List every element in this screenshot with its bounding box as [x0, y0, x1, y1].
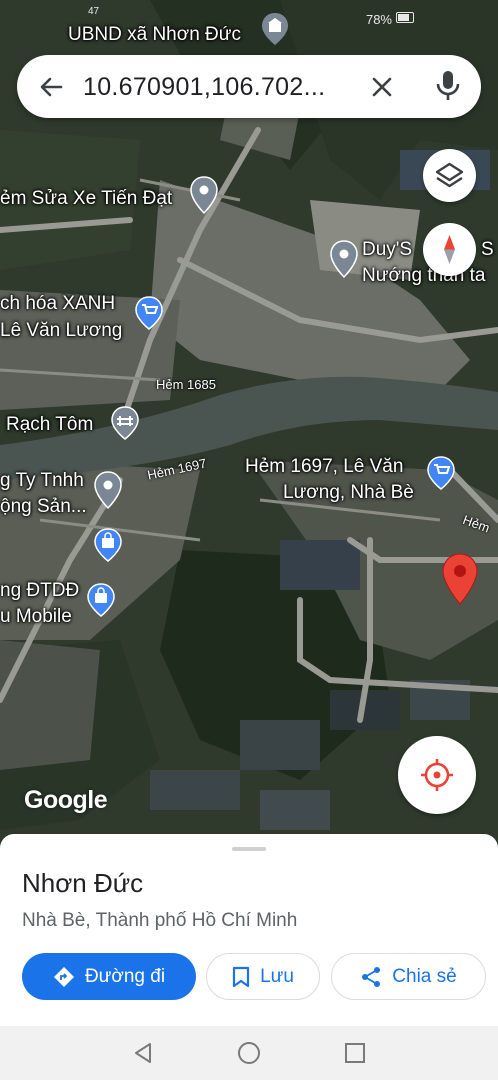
- status-bar: 47 78%: [0, 0, 498, 27]
- shopping-cart-poi-icon[interactable]: [135, 296, 163, 330]
- search-query[interactable]: 10.670901,106.702...: [83, 73, 325, 102]
- map-label-dtdd: ng ĐTDĐ: [0, 580, 80, 601]
- share-button[interactable]: Chia sẻ: [331, 953, 486, 1000]
- map-label-hem-1697-line2: Lương, Nhà Bè: [283, 482, 414, 503]
- map-label-bach-hoa-line2: Lê Văn Lương: [0, 320, 123, 341]
- battery-icon: [396, 12, 414, 23]
- system-navigation-bar: [0, 1026, 498, 1080]
- map-label-rach-tom: Rạch Tôm: [6, 414, 94, 435]
- map-label-hem-1697: Hẻm 1697, Lê Văn: [245, 456, 404, 477]
- save-label: Lưu: [260, 965, 294, 987]
- satellite-map[interactable]: UBND xã Nhơn Đức ẻm Sửa Xe Tiến Đạt Duy'…: [0, 0, 498, 850]
- map-label-ubnd: UBND xã Nhơn Đức: [68, 24, 241, 45]
- google-watermark: Google: [24, 786, 108, 814]
- back-triangle-icon[interactable]: [130, 1040, 156, 1066]
- status-corner-text: 47: [88, 6, 100, 17]
- road-label-hem-1685: Hẻm 1685: [156, 377, 216, 392]
- shopping-bag-poi-icon[interactable]: [94, 528, 122, 562]
- my-location-button[interactable]: [398, 736, 476, 814]
- map-label-bach-hoa: ch hóa XANH: [0, 293, 116, 314]
- shopping-bag-poi-icon[interactable]: [87, 583, 115, 617]
- map-label-duys: Duy'S: [362, 239, 413, 260]
- sheet-drag-handle[interactable]: [232, 847, 266, 851]
- place-title: Nhơn Đức: [22, 868, 144, 898]
- battery-percent: 78%: [365, 12, 392, 27]
- place-poi-icon[interactable]: [94, 471, 122, 509]
- share-icon: [362, 966, 381, 987]
- bridge-poi-icon[interactable]: [111, 406, 139, 440]
- directions-label: Đường đi: [84, 965, 166, 987]
- compass-icon: [444, 235, 455, 264]
- close-icon[interactable]: [367, 72, 397, 102]
- compass-button[interactable]: [423, 223, 476, 276]
- place-address: Nhà Bè, Thành phố Hồ Chí Minh: [22, 910, 298, 931]
- layers-icon: [435, 162, 464, 188]
- directions-button[interactable]: Đường đi: [22, 953, 196, 1000]
- map-label-duys-b: S: [481, 239, 494, 260]
- directions-icon: [53, 966, 74, 987]
- map-label-cong-ty: g Ty Tnhh: [0, 470, 84, 491]
- selected-location-pin-icon[interactable]: [442, 553, 478, 605]
- search-bar[interactable]: 10.670901,106.702...: [17, 55, 481, 118]
- home-circle-icon[interactable]: [236, 1040, 262, 1066]
- share-label: Chia sẻ: [392, 965, 457, 987]
- map-label-dtdd-line2: u Mobile: [0, 606, 72, 627]
- save-button[interactable]: Lưu: [206, 953, 320, 1000]
- recents-square-icon[interactable]: [342, 1040, 368, 1066]
- my-location-icon: [421, 759, 453, 791]
- shopping-cart-poi-icon[interactable]: [427, 456, 455, 490]
- place-poi-icon[interactable]: [190, 176, 218, 214]
- place-poi-icon[interactable]: [330, 240, 358, 278]
- place-bottom-sheet[interactable]: Nhơn Đức Nhà Bè, Thành phố Hồ Chí Minh Đ…: [0, 834, 498, 1026]
- bookmark-icon: [232, 966, 250, 987]
- arrow-left-icon[interactable]: [35, 71, 67, 103]
- map-label-cong-ty-line2: ộng Sản...: [0, 496, 87, 517]
- microphone-icon[interactable]: [435, 69, 461, 103]
- map-label-hem-sua-xe: ẻm Sửa Xe Tiến Đạt: [0, 188, 173, 209]
- layers-button[interactable]: [423, 149, 476, 202]
